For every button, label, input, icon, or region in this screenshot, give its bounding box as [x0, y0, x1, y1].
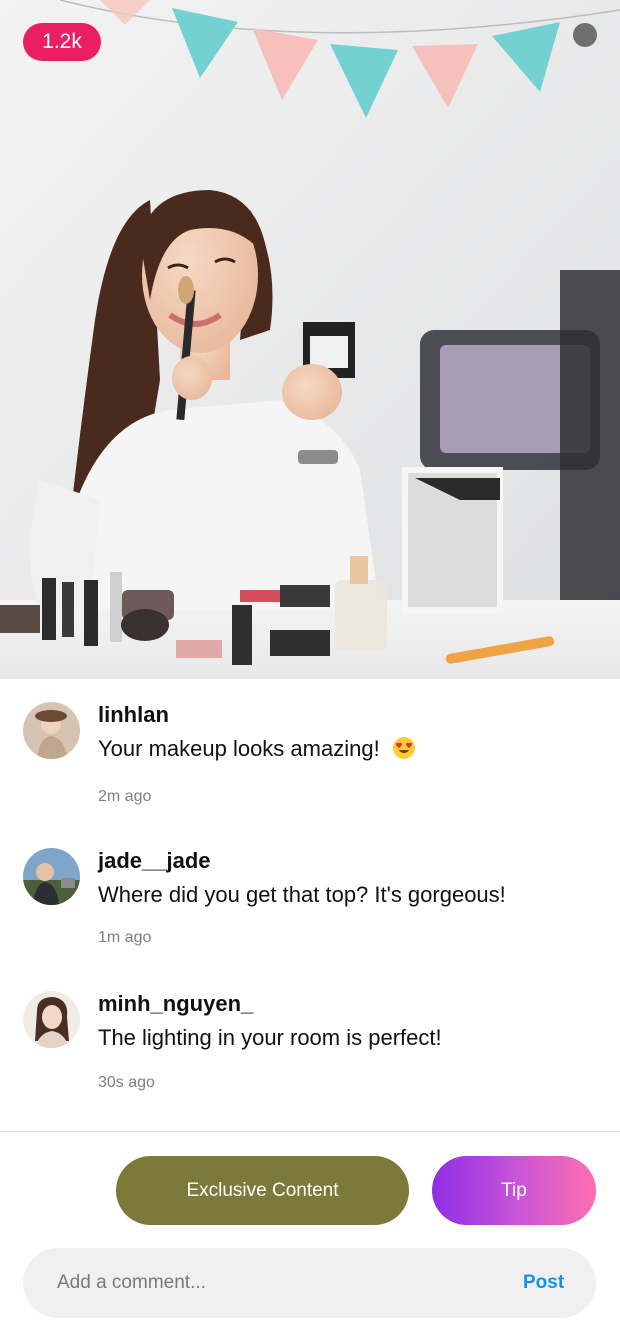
status-dot-icon[interactable]	[573, 23, 597, 47]
comment-item: linhlan Your makeup looks amazing! 2m ag…	[0, 680, 620, 805]
live-stream-screen: 1.2k linhlan Your makeup looks amazing!	[0, 0, 620, 1342]
exclusive-content-button[interactable]: Exclusive Content	[116, 1156, 409, 1225]
comment-input[interactable]	[57, 1248, 477, 1318]
comment-text: Where did you get that top? It's gorgeou…	[98, 882, 506, 908]
comment-text: Your makeup looks amazing!	[98, 736, 416, 762]
viewer-count-badge: 1.2k	[23, 23, 101, 61]
divider	[0, 1131, 620, 1132]
comment-username[interactable]: minh_nguyen_	[98, 991, 253, 1017]
comment-item: minh_nguyen_ The lighting in your room i…	[0, 969, 620, 1091]
comment-text: The lighting in your room is perfect!	[98, 1025, 442, 1051]
comment-message: Your makeup looks amazing!	[98, 736, 380, 761]
avatar[interactable]	[23, 991, 80, 1048]
post-button[interactable]: Post	[523, 1248, 564, 1318]
tip-button[interactable]: Tip	[432, 1156, 596, 1225]
heart-eyes-emoji-icon	[392, 737, 415, 759]
comment-message: The lighting in your room is perfect!	[98, 1025, 442, 1050]
comment-message: Where did you get that top? It's gorgeou…	[98, 882, 506, 907]
comment-username[interactable]: linhlan	[98, 702, 169, 728]
stream-video-frame	[0, 0, 620, 678]
comment-username[interactable]: jade__jade	[98, 848, 211, 874]
live-video[interactable]: 1.2k	[0, 0, 620, 679]
avatar[interactable]	[23, 702, 80, 759]
avatar[interactable]	[23, 848, 80, 905]
comment-composer: Post	[23, 1248, 596, 1318]
comment-timestamp: 30s ago	[98, 1074, 155, 1091]
comment-item: jade__jade Where did you get that top? I…	[0, 826, 620, 946]
comments-list: linhlan Your makeup looks amazing! 2m ag…	[0, 680, 620, 1132]
comment-timestamp: 2m ago	[98, 788, 152, 805]
comment-timestamp: 1m ago	[98, 929, 152, 946]
